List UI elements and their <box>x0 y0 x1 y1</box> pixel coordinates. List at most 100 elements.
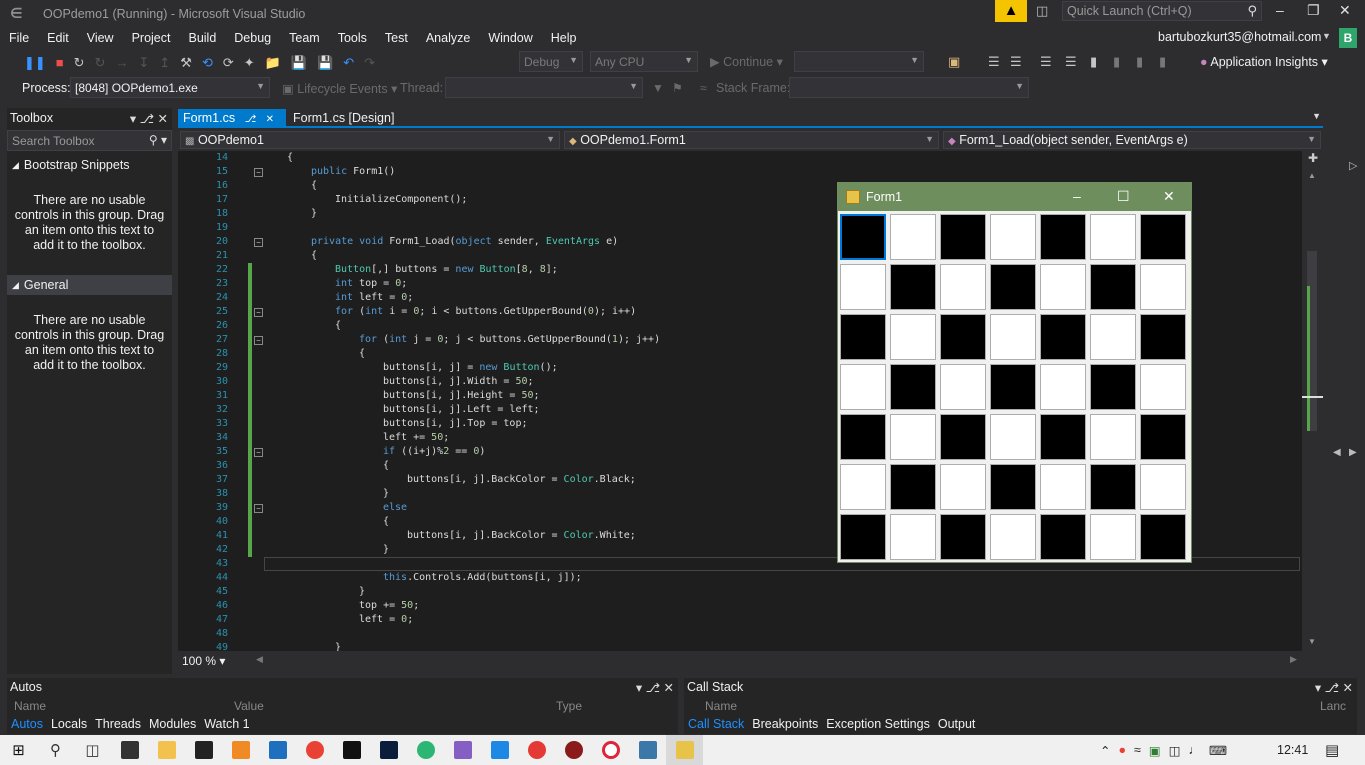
clear-bookmarks-icon[interactable]: ▮ <box>1159 54 1166 70</box>
editor-vertical-scrollbar[interactable]: ✚ ▲ ▼ <box>1302 151 1323 651</box>
uncomment-icon[interactable]: ☰ <box>1065 54 1077 70</box>
form-minimize-button[interactable]: – <box>1073 188 1081 204</box>
bookmark-icon[interactable]: ▮ <box>1090 54 1097 70</box>
app-icon[interactable] <box>555 735 592 765</box>
outline-collapse-icon[interactable]: − <box>254 168 263 177</box>
tab-exception-settings[interactable]: Exception Settings <box>822 716 934 734</box>
board-button[interactable] <box>1090 214 1136 260</box>
volume-icon[interactable]: ♩ <box>1189 743 1202 757</box>
debug-target-select[interactable]: ▼ <box>794 51 924 72</box>
board-button[interactable] <box>840 264 886 310</box>
outline-collapse-icon[interactable]: − <box>254 238 263 247</box>
scroll-down-icon[interactable]: ▼ <box>1308 637 1316 646</box>
form-close-button[interactable]: ✕ <box>1163 188 1175 205</box>
board-button[interactable] <box>990 314 1036 360</box>
board-button[interactable] <box>1040 314 1086 360</box>
account-dropdown-icon[interactable]: ▼ <box>1322 31 1331 41</box>
zoom-select[interactable]: 100 % ▾ <box>182 654 225 668</box>
expand-left-icon[interactable]: ◀ <box>1333 447 1341 458</box>
outline-collapse-icon[interactable]: − <box>254 308 263 317</box>
store-icon[interactable] <box>185 735 222 765</box>
menu-analyze[interactable]: Analyze <box>417 31 479 45</box>
board-button[interactable] <box>1140 464 1186 510</box>
board-button[interactable] <box>890 364 936 410</box>
menu-file[interactable]: File <box>0 31 38 45</box>
board-button[interactable] <box>890 214 936 260</box>
application-insights-button[interactable]: ● Application Insights ▾ <box>1200 54 1328 69</box>
step-out-icon[interactable]: ↥ <box>159 55 170 71</box>
menu-team[interactable]: Team <box>280 31 329 45</box>
toolbox-empty-message[interactable]: There are no usable controls in this gro… <box>7 295 172 395</box>
board-button[interactable] <box>840 464 886 510</box>
board-button[interactable] <box>1140 264 1186 310</box>
tab-form1-cs[interactable]: Form1.cs ⎇ ✕ <box>178 109 286 128</box>
menu-test[interactable]: Test <box>376 31 417 45</box>
wrench-icon[interactable]: ⚒ <box>180 55 192 71</box>
menu-edit[interactable]: Edit <box>38 31 78 45</box>
board-button[interactable] <box>940 414 986 460</box>
board-button[interactable] <box>840 514 886 560</box>
close-window-button[interactable]: ✕ <box>1339 2 1351 19</box>
close-icon[interactable]: ✕ <box>266 114 274 125</box>
photoshop-icon[interactable] <box>370 735 407 765</box>
toggle-threads-icon[interactable]: ≈ <box>700 81 707 95</box>
tab-threads[interactable]: Threads <box>91 716 145 734</box>
board-button[interactable] <box>990 514 1036 560</box>
board-button[interactable] <box>890 314 936 360</box>
menu-help[interactable]: Help <box>542 31 586 45</box>
tab-autos[interactable]: Autos <box>7 716 47 734</box>
scroll-right-icon[interactable]: ▶ <box>1290 654 1297 665</box>
keyboard-icon[interactable]: ⌨ <box>1209 743 1227 758</box>
step-into-icon[interactable]: ↧ <box>138 55 149 71</box>
expand-right-icon[interactable]: ▶ <box>1349 447 1357 458</box>
outline-collapse-icon[interactable]: − <box>254 336 263 345</box>
vscode-icon[interactable] <box>481 735 518 765</box>
board-button[interactable] <box>1140 414 1186 460</box>
break-all-icon[interactable]: ❚❚ <box>24 55 46 71</box>
board-button[interactable] <box>1140 314 1186 360</box>
outline-collapse-icon[interactable]: − <box>254 504 263 513</box>
board-button[interactable] <box>1040 214 1086 260</box>
solution-explorer-icon[interactable]: ▷ <box>1349 159 1357 172</box>
pycharm-icon[interactable] <box>333 735 370 765</box>
board-button[interactable] <box>1040 364 1086 410</box>
board-button[interactable] <box>1090 414 1136 460</box>
board-button[interactable] <box>840 314 886 360</box>
live-share-icon[interactable]: ◫ <box>1036 3 1048 19</box>
board-button[interactable] <box>940 364 986 410</box>
board-button[interactable] <box>940 464 986 510</box>
tab-locals[interactable]: Locals <box>47 716 91 734</box>
indent-icon[interactable]: ☰ <box>1010 54 1022 70</box>
browse-icon[interactable]: ▣ <box>948 54 960 70</box>
toolbox-group-general[interactable]: ◢ General <box>7 275 172 295</box>
column-value[interactable]: Value <box>234 699 264 713</box>
search-toolbox-input[interactable]: Search Toolbox ⚲ ▾ <box>7 130 172 151</box>
app-icon[interactable] <box>222 735 259 765</box>
board-button[interactable] <box>1040 264 1086 310</box>
running-form-icon[interactable] <box>666 735 703 765</box>
member-select[interactable]: ◆ Form1_Load(object sender, EventArgs e)… <box>943 131 1321 149</box>
outline-collapse-icon[interactable]: − <box>254 448 263 457</box>
file-explorer-icon[interactable] <box>148 735 185 765</box>
board-button[interactable] <box>1140 364 1186 410</box>
task-view-icon[interactable]: ◫ <box>74 735 111 765</box>
app-icon[interactable] <box>407 735 444 765</box>
board-button[interactable] <box>1090 314 1136 360</box>
next-bookmark-icon[interactable]: ▮ <box>1136 54 1143 70</box>
toolbox-group-bootstrap-snippets[interactable]: ◢ Bootstrap Snippets <box>7 155 172 175</box>
board-button[interactable] <box>1140 214 1186 260</box>
network-icon[interactable]: ◫ <box>1169 743 1181 758</box>
board-button[interactable] <box>1040 514 1086 560</box>
prev-bookmark-icon[interactable]: ▮ <box>1113 54 1120 70</box>
opera-icon[interactable] <box>592 735 629 765</box>
tab-form1-design[interactable]: Form1.cs [Design] □ <box>288 109 408 139</box>
navigate-back-icon[interactable]: ⟲ <box>202 55 213 71</box>
tab-modules[interactable]: Modules <box>145 716 200 734</box>
board-button[interactable] <box>1090 464 1136 510</box>
pin-icon[interactable]: ⎇ <box>245 114 257 125</box>
menu-project[interactable]: Project <box>123 31 180 45</box>
hot-reload-icon[interactable]: ↻ <box>95 55 106 71</box>
tab-watch-1[interactable]: Watch 1 <box>200 716 253 734</box>
show-hidden-icons[interactable]: ⌃ <box>1100 743 1110 758</box>
board-button[interactable] <box>1090 514 1136 560</box>
